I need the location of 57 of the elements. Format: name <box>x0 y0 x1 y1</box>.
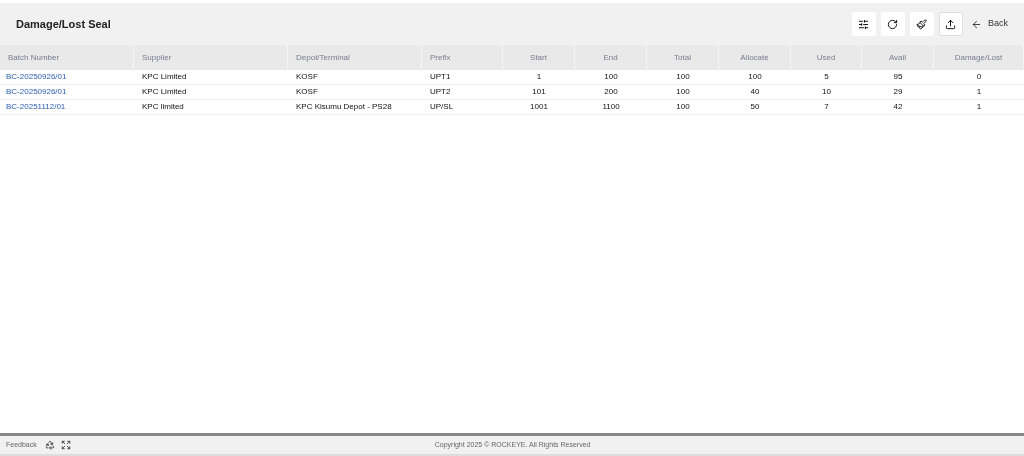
table-cell-text: KOSF <box>295 86 319 98</box>
table-cell-text: UPT1 <box>429 71 452 83</box>
recycle-icon[interactable] <box>44 440 55 450</box>
table-cell-text: KPC limited <box>141 101 185 113</box>
arrow-left-icon <box>971 18 982 30</box>
table-cell-text: 1 <box>975 101 983 113</box>
table-cell-text: 10 <box>821 86 832 98</box>
table-cell-text: 95 <box>892 71 904 83</box>
table-cell-text: KPC Limited <box>141 86 188 98</box>
table-cell-text: KOSF <box>295 71 319 83</box>
refresh-button[interactable] <box>881 12 905 36</box>
clear-button[interactable] <box>910 12 934 36</box>
column-header[interactable]: End <box>575 45 647 70</box>
table-cell-text: 40 <box>749 86 761 98</box>
batch-link[interactable]: BC-20251112/01 <box>6 101 66 113</box>
batch-link[interactable]: BC-20250926/01 <box>6 71 67 83</box>
column-header[interactable]: Supplier <box>134 45 288 70</box>
column-header[interactable]: Avail <box>862 45 934 70</box>
table-cell-text: 42 <box>892 101 904 113</box>
table-cell-text: 1 <box>975 86 983 98</box>
table-cell-text: 100 <box>675 101 691 113</box>
table-cell-text: 100 <box>675 71 691 83</box>
table-cell-text: 100 <box>603 71 619 83</box>
column-header[interactable]: Allocate <box>719 45 791 70</box>
column-header[interactable]: Used <box>791 45 862 70</box>
column-header[interactable]: Start <box>503 45 575 70</box>
table-cell-text: KPC Limited <box>141 71 188 83</box>
table-cell-text: 101 <box>531 86 547 98</box>
table-cell-text: 7 <box>823 101 830 113</box>
column-header[interactable]: Batch Number <box>0 45 134 70</box>
table-cell-text: 0 <box>975 71 983 83</box>
back-button[interactable]: Back <box>971 17 1008 31</box>
table-cell-text: UP/SL <box>429 101 455 113</box>
upload-icon <box>945 18 957 30</box>
table-cell-text: 200 <box>603 86 619 98</box>
column-header[interactable]: Total <box>647 45 719 70</box>
table-cell-text: 100 <box>747 71 763 83</box>
table-cell-text: 1100 <box>601 101 621 113</box>
sliders-icon <box>858 18 870 30</box>
column-header[interactable]: Prefix <box>422 45 503 70</box>
table-cell-text: UPT2 <box>429 86 452 98</box>
fullscreen-icon[interactable] <box>60 440 71 450</box>
column-header[interactable]: Damage/Lost <box>934 45 1024 70</box>
brush-icon <box>916 18 928 30</box>
batch-link[interactable]: BC-20250926/01 <box>6 86 67 98</box>
table-cell-text: 50 <box>749 101 761 113</box>
filter-button[interactable] <box>852 12 876 36</box>
table-cell-text: 5 <box>823 71 830 83</box>
page-title: Damage/Lost Seal <box>16 16 111 32</box>
column-header[interactable]: Depot/Terminal <box>288 45 422 70</box>
table-cell-text: 100 <box>675 86 691 98</box>
export-button[interactable] <box>939 12 963 36</box>
refresh-icon <box>887 18 899 30</box>
table-cell-text: KPC Kisumu Depot - PS28 <box>295 101 393 113</box>
table-cell-text: 1 <box>535 71 543 83</box>
table-cell-text: 29 <box>892 86 904 98</box>
table-cell-text: 1001 <box>529 101 549 113</box>
